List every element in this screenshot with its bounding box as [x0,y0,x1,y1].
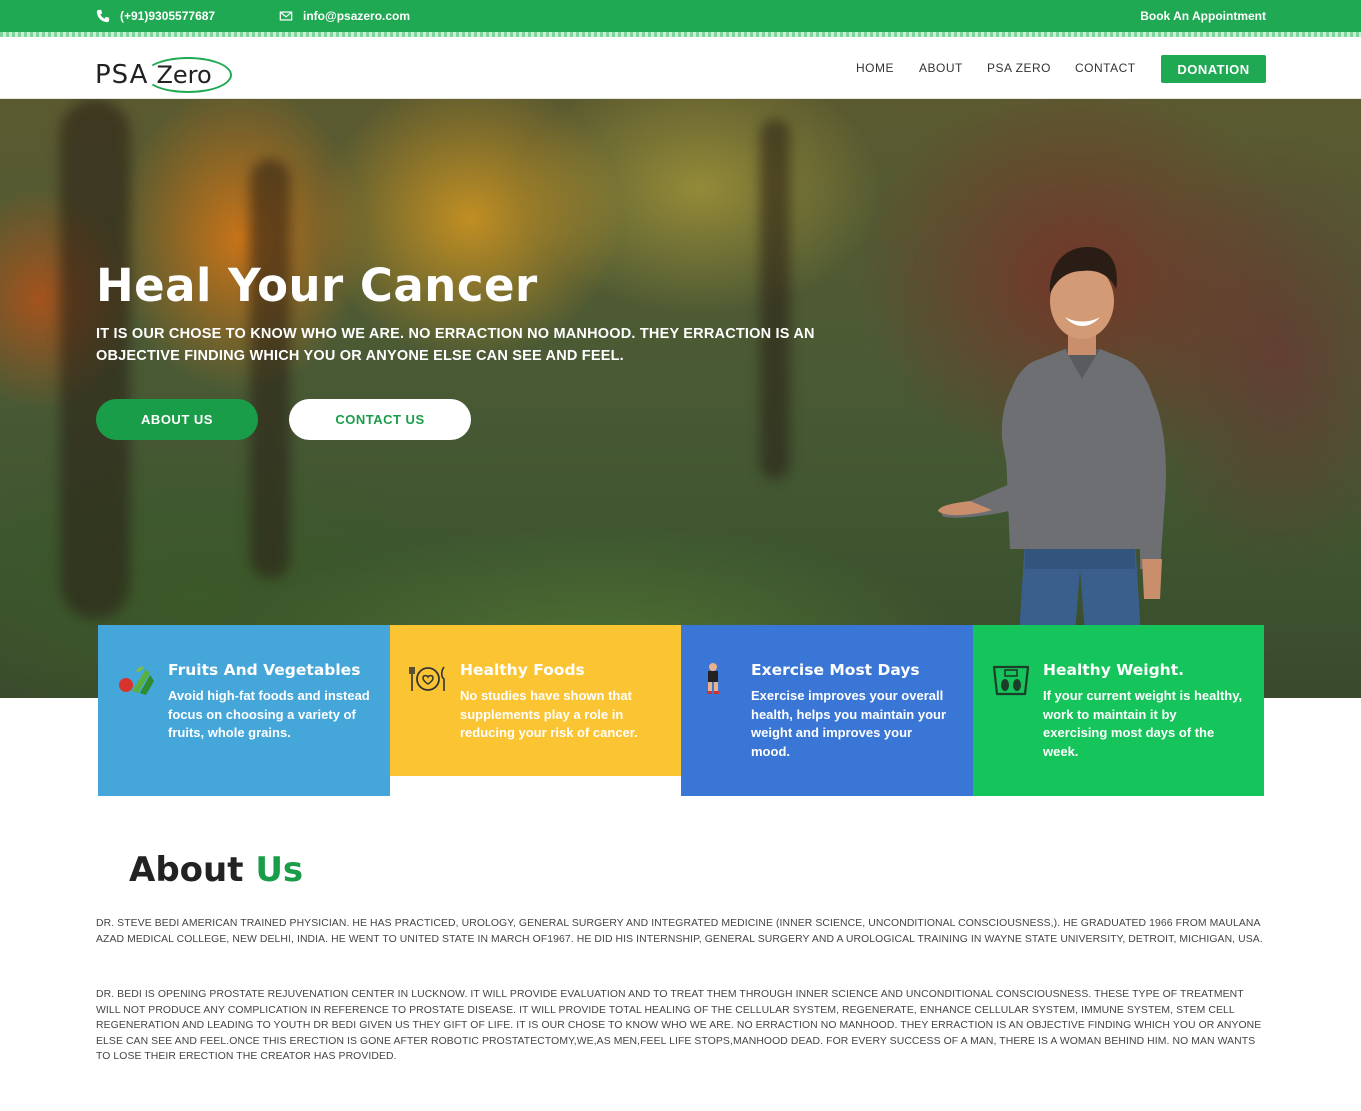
logo-zero-text: Zero [144,57,233,93]
feature-text: Exercise improves your overall health, h… [751,688,947,759]
plate-icon [409,666,445,691]
feature-text: Avoid high-fat foods and instead focus o… [168,688,370,740]
email-address: info@psazero.com [303,9,411,23]
tree-trunk-shape [760,119,790,479]
site-logo[interactable]: PSA Zero [95,57,233,93]
hero-subtitle: IT IS OUR CHOSE TO KNOW WHO WE ARE. NO E… [96,326,815,364]
feature-card-healthy-weight[interactable]: Healthy Weight. If your current weight i… [973,625,1264,796]
feature-card-fruits[interactable]: Fruits And Vegetables Avoid high-fat foo… [98,625,390,796]
phone-contact[interactable]: (+91)9305577687 [96,9,215,23]
top-bar: (+91)9305577687 info@psazero.com Book An… [0,0,1361,32]
about-paragraph-2: DR. BEDI IS OPENING PROSTATE REJUVENATIO… [96,989,1262,1063]
about-title-main: About [129,850,244,890]
about-us-button[interactable]: ABOUT US [96,399,258,440]
logo-psa-text: PSA [95,60,149,90]
feature-text: If your current weight is healthy, work … [1043,688,1243,759]
hero-title: Heal Your Cancer [96,259,538,312]
runner-icon [707,663,719,694]
feature-title: Exercise Most Days [751,661,920,679]
donation-button[interactable]: DONATION [1161,55,1266,83]
feature-card-exercise[interactable]: Exercise Most Days Exercise improves you… [681,625,973,796]
contact-us-button[interactable]: CONTACT US [289,399,471,440]
scale-icon [992,665,1030,696]
phone-icon [96,9,110,23]
logo-ring [144,57,233,93]
feature-text: No studies have shown that supplements p… [460,688,638,740]
feature-title: Healthy Foods [460,661,585,679]
site-header: PSA Zero HOME ABOUT PSA ZERO CONTACT DON… [0,37,1361,99]
about-section-title: About Us [129,850,303,890]
about-title-accent: Us [255,850,304,890]
feature-title: Fruits And Vegetables [168,661,361,679]
nav-contact[interactable]: CONTACT [1075,61,1136,75]
envelope-icon [279,11,293,21]
book-appointment-link[interactable]: Book An Appointment [1140,9,1266,23]
nav-home[interactable]: HOME [856,61,894,75]
feature-title: Healthy Weight. [1043,661,1184,679]
phone-number: (+91)9305577687 [120,9,216,23]
fruits-icon [119,666,154,695]
hero-banner: Heal Your Cancer IT IS OUR CHOSE TO KNOW… [0,99,1361,698]
nav-psa-zero[interactable]: PSA ZERO [987,61,1051,75]
about-paragraph-1: DR. STEVE BEDI AMERICAN TRAINED PHYSICIA… [96,918,1263,945]
email-contact[interactable]: info@psazero.com [279,9,410,23]
nav-about[interactable]: ABOUT [919,61,963,75]
tree-trunk-shape [250,159,290,579]
feature-card-healthy-foods[interactable]: Healthy Foods No studies have shown that… [390,625,681,776]
